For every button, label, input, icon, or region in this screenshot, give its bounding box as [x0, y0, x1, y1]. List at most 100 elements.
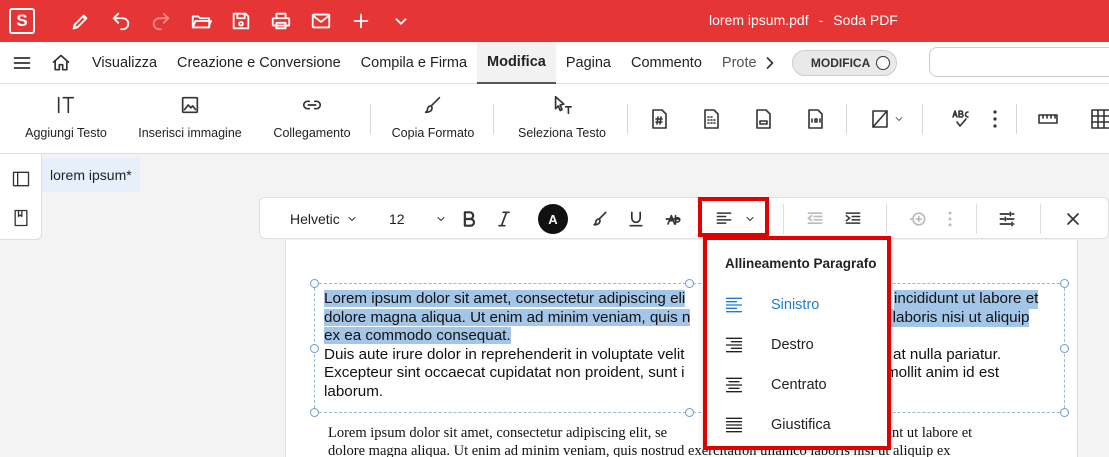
- print-icon[interactable]: [261, 0, 301, 42]
- highlighted-text: o laboris nisi ut aliquip: [880, 308, 1030, 327]
- app-logo: S: [9, 8, 35, 34]
- page-number-icon[interactable]: [644, 104, 674, 134]
- toggle-knob: [876, 55, 891, 70]
- resize-handle[interactable]: [1060, 279, 1069, 288]
- binary-code-icon[interactable]: [800, 104, 830, 134]
- italic-button[interactable]: [493, 198, 515, 240]
- align-right-icon: [723, 334, 745, 356]
- resize-handle[interactable]: [1060, 344, 1069, 353]
- align-center-icon: [723, 374, 745, 396]
- document-tab[interactable]: lorem ipsum *: [42, 158, 140, 192]
- ruler-icon[interactable]: [1033, 104, 1063, 134]
- home-icon[interactable]: [44, 42, 78, 84]
- link-button[interactable]: Collegamento: [270, 84, 354, 154]
- menu-item-destro[interactable]: Destro: [707, 325, 887, 365]
- chevron-down-icon[interactable]: [381, 0, 421, 42]
- tab-creazione-conversione[interactable]: Creazione e Conversione: [167, 42, 351, 84]
- title-separator: -: [818, 12, 824, 28]
- app-name: Soda PDF: [833, 12, 898, 28]
- add-circle-icon[interactable]: [902, 198, 934, 240]
- tab-commento[interactable]: Commento: [621, 42, 712, 84]
- format-toolbar: Helvetic 12 A: [259, 197, 1109, 239]
- indent-icon[interactable]: [840, 198, 866, 240]
- resize-handle[interactable]: [310, 279, 319, 288]
- text-line: Duis aute irure dolor in reprehenderit i…: [324, 346, 1059, 365]
- chevron-right-icon[interactable]: [756, 53, 784, 73]
- text-line: ex ea commodo consequat.: [324, 327, 1059, 346]
- highlighted-text: dolore magna aliqua. Ut enim ad minim ve…: [324, 308, 691, 326]
- header-footer-icon[interactable]: [748, 104, 778, 134]
- resize-handle[interactable]: [1060, 408, 1069, 417]
- bates-numbering-icon[interactable]: [696, 104, 726, 134]
- add-text-button[interactable]: Aggiungi Testo: [22, 84, 110, 154]
- panel-toggle-icon[interactable]: [10, 168, 32, 190]
- highlighted-text: incididunt ut labore et: [894, 290, 1039, 309]
- tab-compila-firma[interactable]: Compila e Firma: [351, 42, 477, 84]
- redact-dropdown-icon[interactable]: [865, 104, 909, 134]
- text-line: dolore magna aliqua. Ut enim ad minim ve…: [324, 308, 1059, 327]
- side-panel: [0, 154, 42, 240]
- font-size-select[interactable]: 12: [389, 198, 447, 240]
- text-line: Excepteur sint occaecat cupidatat non pr…: [324, 364, 1059, 383]
- selected-paragraph[interactable]: Lorem ipsum dolor sit amet, consectetur …: [324, 290, 1059, 346]
- redo-icon[interactable]: [141, 0, 181, 42]
- text-color-button[interactable]: A: [536, 198, 570, 240]
- mail-icon[interactable]: [301, 0, 341, 42]
- plus-icon[interactable]: [341, 0, 381, 42]
- close-icon[interactable]: [1061, 198, 1085, 240]
- menu-item-giustifica[interactable]: Giustifica: [707, 405, 887, 445]
- tab-protezione[interactable]: Prote:: [712, 42, 756, 84]
- ribbon-divider: [846, 104, 847, 134]
- menu-item-label: Giustifica: [771, 417, 831, 433]
- paragraph[interactable]: Duis aute irure dolor in reprehenderit i…: [324, 346, 1059, 402]
- underline-button[interactable]: [624, 198, 648, 240]
- edit-pen-icon[interactable]: [61, 0, 101, 42]
- resize-handle[interactable]: [685, 279, 694, 288]
- body-paragraph[interactable]: Lorem ipsum dolor sit amet, consectetur …: [328, 425, 1058, 457]
- resize-handle[interactable]: [310, 408, 319, 417]
- strikethrough-button[interactable]: [660, 198, 686, 240]
- grid-icon[interactable]: [1086, 104, 1109, 134]
- tab-pagina[interactable]: Pagina: [556, 42, 621, 84]
- outdent-icon[interactable]: [802, 198, 828, 240]
- text-line: Lorem ipsum dolor sit amet, consectetur …: [328, 425, 1058, 443]
- resize-handle[interactable]: [685, 408, 694, 417]
- more-options-icon[interactable]: [940, 198, 960, 240]
- ribbon-divider: [370, 104, 371, 134]
- select-text-button[interactable]: Seleziona Testo: [512, 84, 612, 154]
- menu-item-centrato[interactable]: Centrato: [707, 365, 887, 405]
- more-options-icon[interactable]: [980, 104, 1010, 134]
- link-label: Collegamento: [273, 126, 351, 140]
- menu-item-label: Sinistro: [771, 297, 820, 313]
- hamburger-menu-icon[interactable]: [0, 42, 44, 84]
- copy-format-button[interactable]: Copia Formato: [388, 84, 478, 154]
- open-folder-icon[interactable]: [181, 0, 221, 42]
- toolbar-divider: [1040, 204, 1041, 234]
- edit-mode-toggle[interactable]: MODIFICA: [791, 49, 898, 76]
- tab-modifica[interactable]: Modifica: [477, 41, 556, 84]
- search-input[interactable]: [929, 47, 1109, 77]
- menu-title: Allineamento Paragrafo: [725, 256, 877, 271]
- tab-visualizza[interactable]: Visualizza: [82, 42, 167, 84]
- underline-icon: [629, 211, 643, 227]
- chevron-down-icon: [437, 217, 445, 221]
- select-text-label: Seleziona Testo: [517, 126, 607, 140]
- insert-image-button[interactable]: Inserisci immagine: [134, 84, 246, 154]
- highlighted-text: ex ea commodo consequat.: [324, 327, 511, 344]
- menu-item-label: Destro: [771, 337, 814, 353]
- highlight-brush-icon[interactable]: [588, 198, 612, 240]
- spellcheck-icon[interactable]: [946, 104, 976, 134]
- undo-icon[interactable]: [101, 0, 141, 42]
- menu-item-sinistro[interactable]: Sinistro: [707, 285, 887, 325]
- settings-sliders-icon[interactable]: [994, 198, 1020, 240]
- resize-handle[interactable]: [310, 344, 319, 353]
- font-family-select[interactable]: Helvetic: [290, 198, 370, 240]
- image-icon: [179, 84, 201, 126]
- bold-button[interactable]: [458, 198, 480, 240]
- modified-marker: *: [126, 167, 132, 183]
- save-icon[interactable]: [221, 0, 261, 42]
- title-bar: S lorem ipsum.pdf - Soda PDF: [0, 0, 1109, 42]
- bookmark-icon[interactable]: [10, 207, 32, 229]
- ribbon-divider: [1016, 104, 1017, 134]
- strikethrough-icon: [665, 214, 681, 225]
